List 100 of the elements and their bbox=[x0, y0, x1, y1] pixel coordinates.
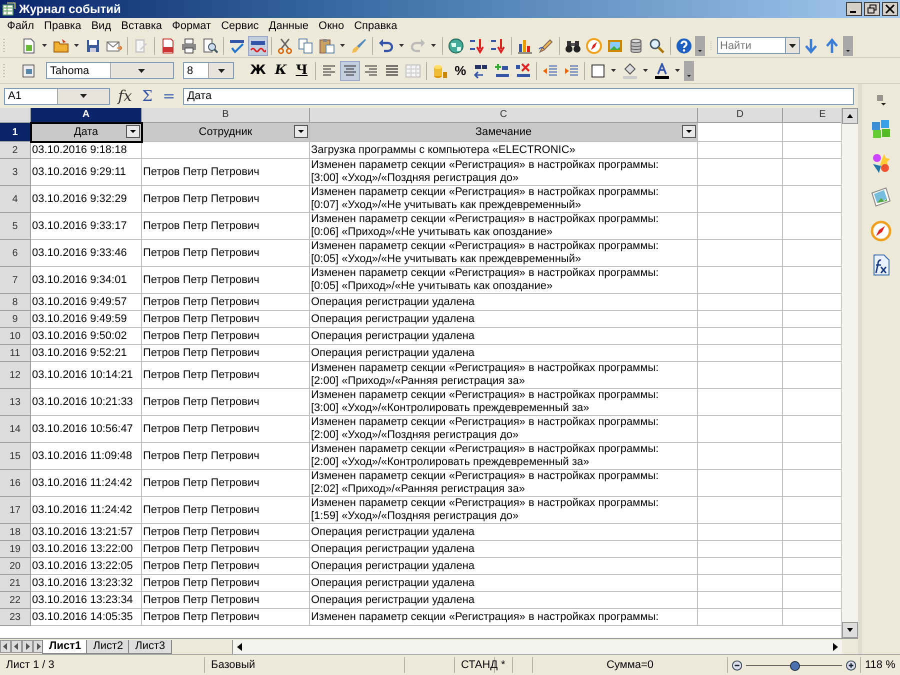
sheet-tab[interactable]: Лист3 bbox=[128, 640, 172, 654]
font-size-field[interactable]: 8 bbox=[183, 62, 234, 79]
dropdown-arrow-icon[interactable] bbox=[789, 44, 796, 48]
menu-item[interactable]: Файл bbox=[2, 20, 40, 32]
scroll-down-icon[interactable] bbox=[842, 622, 858, 638]
cube-icon[interactable] bbox=[870, 118, 892, 140]
restore-icon[interactable] bbox=[864, 2, 880, 16]
zoom-out-icon[interactable] bbox=[732, 660, 742, 670]
undo-icon[interactable] bbox=[378, 38, 394, 54]
zoom-slider-thumb[interactable] bbox=[790, 660, 800, 670]
printer-icon[interactable] bbox=[181, 38, 197, 54]
row-header[interactable]: 2 bbox=[0, 142, 31, 159]
row-header[interactable]: 8 bbox=[0, 294, 31, 311]
brush-icon[interactable] bbox=[351, 38, 367, 54]
zoom-in-icon[interactable] bbox=[846, 660, 856, 670]
row-header[interactable]: 6 bbox=[0, 240, 31, 267]
pencil-icon[interactable] bbox=[538, 38, 554, 54]
caret-icon[interactable] bbox=[611, 69, 616, 72]
toolbar-overflow-icon[interactable] bbox=[843, 36, 853, 56]
tab-scroll-icon[interactable] bbox=[0, 640, 11, 653]
styles-icon[interactable] bbox=[21, 62, 37, 78]
filter-dropdown-icon[interactable] bbox=[126, 125, 140, 138]
bold-button[interactable]: Ж bbox=[246, 62, 270, 80]
filter-header-cell[interactable]: Замечание bbox=[310, 123, 698, 142]
formula-button[interactable]: = bbox=[160, 87, 178, 105]
caret-icon[interactable] bbox=[431, 44, 436, 47]
menu-icon[interactable] bbox=[875, 94, 887, 106]
menu-item[interactable]: Справка bbox=[349, 20, 402, 32]
arrow-up-icon[interactable] bbox=[824, 38, 840, 54]
row-header[interactable]: 12 bbox=[0, 362, 31, 389]
delete-decimal-icon[interactable] bbox=[515, 62, 532, 78]
sheet-tab[interactable]: Лист2 bbox=[86, 640, 130, 654]
caret-icon[interactable] bbox=[340, 44, 345, 47]
new-document-icon[interactable] bbox=[21, 38, 37, 54]
name-box[interactable]: A1 bbox=[4, 88, 110, 104]
row-header[interactable]: 11 bbox=[0, 345, 31, 362]
filter-dropdown-icon[interactable] bbox=[294, 125, 308, 138]
increase-indent-icon[interactable] bbox=[563, 62, 580, 78]
copy-icon[interactable] bbox=[298, 38, 314, 54]
row-header[interactable]: 1 bbox=[0, 123, 31, 142]
row-header[interactable]: 17 bbox=[0, 497, 31, 524]
number-format-icon[interactable] bbox=[473, 62, 490, 78]
column-header[interactable]: D bbox=[698, 108, 783, 123]
row-header[interactable]: 9 bbox=[0, 311, 31, 328]
add-decimal-icon[interactable] bbox=[494, 62, 510, 78]
bar-chart-icon[interactable] bbox=[517, 38, 533, 54]
paste-icon[interactable] bbox=[319, 38, 335, 54]
print-preview-icon[interactable] bbox=[202, 38, 218, 54]
toolbar-overflow-icon[interactable] bbox=[695, 36, 705, 56]
cut-icon[interactable] bbox=[277, 38, 293, 54]
row-header[interactable]: 7 bbox=[0, 267, 31, 294]
menu-item[interactable]: Сервис bbox=[216, 20, 264, 32]
tab-scroll-icon[interactable] bbox=[22, 640, 33, 653]
merge-cells-icon[interactable] bbox=[404, 62, 421, 78]
row-header[interactable]: 21 bbox=[0, 575, 31, 592]
decrease-indent-icon[interactable] bbox=[542, 62, 558, 78]
tab-scroll-icon[interactable] bbox=[33, 640, 44, 653]
menu-item[interactable]: Вид bbox=[86, 20, 116, 32]
row-header[interactable]: 18 bbox=[0, 524, 31, 541]
column-header[interactable]: A bbox=[31, 108, 142, 123]
column-header[interactable]: B bbox=[142, 108, 310, 123]
row-header[interactable]: 15 bbox=[0, 443, 31, 470]
tab-scroll-icon[interactable] bbox=[11, 640, 22, 653]
percent-button[interactable]: % bbox=[450, 62, 470, 80]
sort-descending-icon[interactable] bbox=[490, 38, 506, 54]
menu-item[interactable]: Окно bbox=[314, 20, 350, 32]
scroll-up-icon[interactable] bbox=[842, 108, 858, 124]
filter-header-cell[interactable]: Дата bbox=[31, 123, 142, 142]
dropdown-arrow-icon[interactable] bbox=[80, 94, 87, 98]
folder-icon[interactable] bbox=[53, 38, 69, 54]
font-color-icon[interactable] bbox=[654, 62, 670, 78]
caret-icon[interactable] bbox=[399, 44, 404, 47]
row-header[interactable]: 10 bbox=[0, 328, 31, 345]
arrow-down-icon[interactable] bbox=[803, 38, 819, 54]
filter-dropdown-icon[interactable] bbox=[682, 125, 696, 138]
row-header[interactable]: 14 bbox=[0, 416, 31, 443]
align-center-icon[interactable] bbox=[342, 62, 358, 78]
shapes-icon[interactable] bbox=[870, 152, 892, 174]
database-icon[interactable] bbox=[628, 38, 644, 54]
border-icon[interactable] bbox=[590, 62, 606, 78]
dropdown-arrow-icon[interactable] bbox=[218, 68, 224, 72]
compass-icon[interactable] bbox=[586, 38, 602, 54]
row-header[interactable]: 22 bbox=[0, 592, 31, 609]
save-icon[interactable] bbox=[85, 38, 101, 54]
caret-icon[interactable] bbox=[643, 69, 648, 72]
sheet-tab[interactable]: Лист1 bbox=[42, 640, 88, 654]
align-right-icon[interactable] bbox=[362, 62, 379, 78]
horizontal-scrollbar[interactable] bbox=[232, 640, 842, 654]
close-icon[interactable] bbox=[882, 2, 898, 16]
help-icon[interactable] bbox=[676, 38, 692, 54]
dropdown-arrow-icon[interactable] bbox=[138, 68, 146, 72]
sum-button[interactable]: Σ bbox=[140, 87, 155, 105]
search-icon[interactable] bbox=[649, 38, 665, 54]
menu-item[interactable]: Правка bbox=[39, 20, 86, 32]
pdf-icon[interactable] bbox=[160, 38, 176, 54]
compass-icon[interactable] bbox=[870, 220, 892, 242]
toolbar-overflow-icon[interactable] bbox=[684, 60, 694, 80]
filter-header-cell[interactable]: Сотрудник bbox=[142, 123, 310, 142]
globe-icon[interactable] bbox=[448, 38, 464, 54]
row-header[interactable]: 5 bbox=[0, 213, 31, 240]
